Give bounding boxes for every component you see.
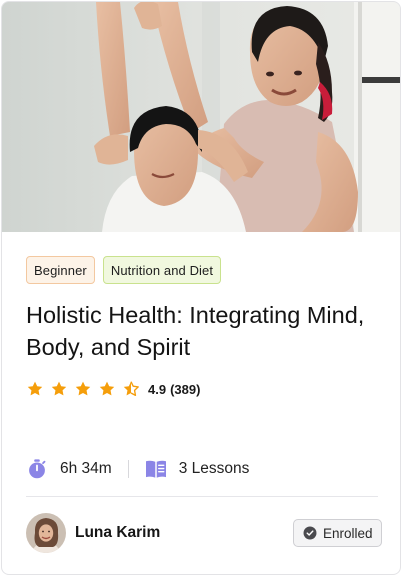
star-icon [51, 381, 67, 396]
footer-divider [26, 496, 378, 497]
star-icon [99, 381, 115, 396]
lessons: 3 Lessons [145, 459, 250, 479]
rating-stars [26, 380, 140, 398]
instructor-name[interactable]: Luna Karim [75, 524, 160, 542]
enrolled-status: Enrolled [323, 525, 373, 541]
star-icon [75, 381, 91, 396]
lessons-text: 3 Lessons [178, 460, 250, 477]
star-icon [27, 381, 43, 396]
course-card[interactable]: Beginner Nutrition and Diet Holistic Hea… [1, 1, 401, 575]
rating-value: 4.9 [148, 381, 167, 397]
duration: 6h 34m [26, 458, 112, 480]
instructor[interactable]: Luna Karim [26, 513, 160, 553]
course-title[interactable]: Holistic Health: Integrating Mind, Body,… [26, 299, 376, 363]
course-rating: 4.9 (389) [26, 379, 200, 399]
duration-text: 6h 34m [60, 460, 112, 477]
meta-divider [127, 460, 129, 478]
course-meta: 6h 34m 3 Lessons [26, 456, 249, 482]
half-star-icon [123, 381, 139, 397]
course-image [2, 2, 400, 232]
level-tag[interactable]: Beginner [26, 256, 95, 284]
rating-count: (389) [170, 381, 201, 397]
enrolled-badge: Enrolled [293, 519, 382, 547]
book-icon [145, 460, 166, 478]
category-tag[interactable]: Nutrition and Diet [102, 256, 222, 284]
stopwatch-icon [29, 459, 46, 479]
check-circle-icon [303, 526, 317, 540]
tag-list: Beginner Nutrition and Diet [26, 256, 222, 284]
avatar[interactable] [26, 513, 66, 553]
